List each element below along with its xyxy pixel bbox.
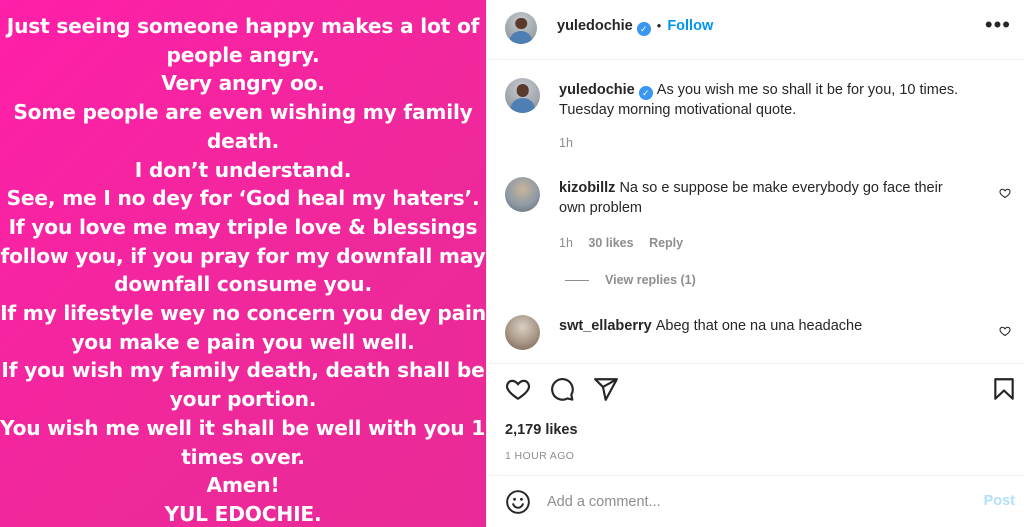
comment-username[interactable]: swt_ellaberry [559, 318, 652, 334]
caption-time: 1h [559, 136, 573, 150]
view-replies-label: View replies (1) [605, 273, 696, 287]
comment-username[interactable]: kizobillz [559, 180, 615, 196]
header-user-row: yuledochie ✓ • Follow [557, 18, 713, 36]
comment-line-1: Na so e suppose be make everybody go fac… [619, 180, 943, 196]
verified-badge-icon: ✓ [638, 86, 653, 100]
like-comment-heart-icon[interactable] [999, 325, 1011, 337]
separator-dot: • [656, 18, 662, 33]
post-line: Very angry oo. [161, 71, 325, 96]
comment-input[interactable] [547, 491, 957, 513]
post-line: If my lifestyle wey no concern you dey p… [0, 301, 486, 326]
view-replies-divider [565, 279, 589, 281]
bookmark-icon[interactable] [991, 376, 1017, 402]
more-options-icon[interactable]: ••• [985, 14, 1011, 36]
emoji-icon[interactable] [505, 489, 531, 515]
post-time-ago: 1 HOUR AGO [505, 450, 575, 462]
view-replies-button[interactable]: View replies (1) [565, 273, 696, 287]
caption-text: yuledochie ✓ As you wish me so shall it b… [559, 80, 979, 120]
comment-line-1: Abeg that one na una headache [655, 318, 863, 334]
comment-meta: 1h 30 likes Reply [559, 236, 695, 250]
post-line: your portion. [169, 387, 317, 412]
commenter-avatar[interactable] [505, 177, 540, 212]
post-line: If you love me may triple love & blessin… [8, 214, 478, 239]
post-line: death. [206, 128, 280, 153]
post-image: Just seeing someone happy makes a lot of… [0, 0, 486, 527]
comment-line-2: own problem [559, 200, 643, 216]
post-side-panel: yuledochie ✓ • Follow ••• yuledochie ✓ As yo… [486, 0, 1024, 527]
author-username[interactable]: yuledochie [557, 18, 633, 34]
post-line: you make e pain you well well. [71, 329, 415, 354]
post-line: times over. [181, 444, 305, 469]
comment-likes[interactable]: 30 likes [588, 236, 633, 250]
post-line: Amen! [206, 473, 280, 498]
caption-line-2: Tuesday morning motivational quote. [559, 102, 797, 118]
post-image-text: Just seeing someone happy makes a lot of… [0, 12, 486, 527]
comment-text: swt_ellaberry Abeg that one na una heada… [559, 316, 979, 336]
author-avatar[interactable] [505, 12, 537, 44]
post-header: yuledochie ✓ • Follow ••• [487, 0, 1024, 60]
commenter-avatar[interactable] [505, 315, 540, 350]
heart-icon[interactable] [505, 376, 531, 402]
caption-meta: 1h [559, 136, 585, 150]
like-comment-heart-icon[interactable] [999, 187, 1011, 199]
likes-count[interactable]: 2,179 likes [505, 422, 578, 438]
comment-text: kizobillz Na so e suppose be make everyb… [559, 178, 979, 218]
share-icon[interactable] [593, 376, 619, 402]
post-line: I don’t understand. [134, 157, 352, 182]
post-line: downfall consume you. [114, 272, 372, 297]
comments-list[interactable]: yuledochie ✓ As you wish me so shall it b… [487, 61, 1024, 363]
caption-line-1: As you wish me so shall it be for you, 1… [656, 82, 959, 98]
post-line: See, me I no dey for ‘God heal my haters… [6, 186, 480, 211]
verified-badge-icon: ✓ [636, 22, 651, 36]
reply-button[interactable]: Reply [649, 236, 683, 250]
post-line: You wish me well it shall be well with y… [0, 415, 486, 440]
comment-icon[interactable] [549, 376, 575, 402]
add-comment-bar: Post [487, 475, 1024, 527]
post-line: YUL EDOCHIE. [164, 501, 322, 526]
follow-button[interactable]: Follow [667, 18, 713, 34]
post-line: people angry. [166, 42, 320, 67]
caption-username[interactable]: yuledochie [559, 82, 635, 98]
post-line: If you wish my family death, death shall… [1, 358, 485, 383]
post-line: Some people are even wishing my family [13, 100, 473, 125]
post-comment-button[interactable]: Post [984, 493, 1015, 509]
comment-time: 1h [559, 236, 573, 250]
post-line: Just seeing someone happy makes a lot of [6, 14, 480, 38]
post-line: follow you, if you pray for my downfall … [0, 243, 486, 268]
post-actions: 2,179 likes 1 HOUR AGO [487, 363, 1024, 474]
caption-avatar[interactable] [505, 78, 540, 113]
